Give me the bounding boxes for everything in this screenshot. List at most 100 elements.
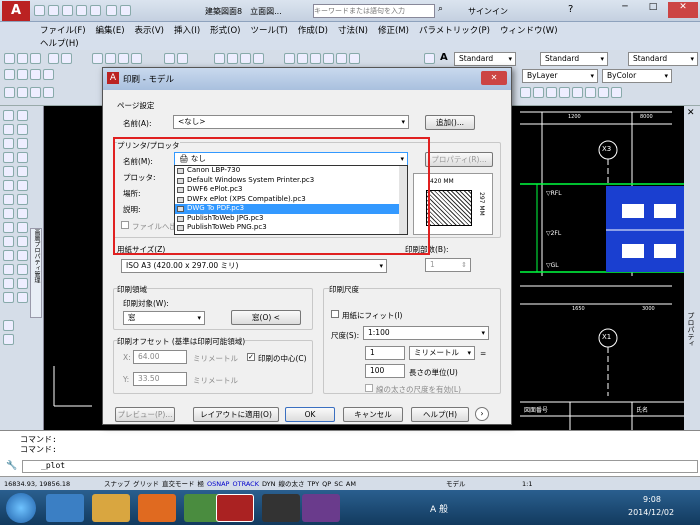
ortho-icon[interactable] [17, 87, 28, 98]
offset-x-input[interactable]: 64.00 [133, 350, 187, 364]
menu-file[interactable]: ファイル(F) [40, 26, 86, 36]
add-page-setup-button[interactable]: 追加()... [425, 115, 475, 130]
open-icon[interactable] [48, 5, 59, 16]
menu-draw[interactable]: 作成(D) [298, 26, 328, 36]
osnap-tan-icon[interactable] [559, 87, 570, 98]
scale-numerator-input[interactable]: 1 [365, 346, 405, 360]
hpb-icon[interactable] [262, 494, 300, 522]
text-style-icon[interactable]: A [440, 52, 448, 63]
hatch-tool-icon[interactable] [3, 180, 14, 191]
saveas-icon[interactable] [76, 5, 87, 16]
signin-link[interactable]: サインイン [468, 6, 508, 17]
properties-palette[interactable]: ✕ プロパティ [684, 106, 700, 430]
tool-open-icon[interactable] [17, 53, 28, 64]
tool-redo-icon[interactable] [177, 53, 188, 64]
arc-tool-icon[interactable] [17, 138, 28, 149]
layer-manager-palette[interactable]: 画層プロパティ管理 [30, 228, 42, 318]
center-checkbox[interactable]: ✓ [247, 353, 255, 361]
osnap-insert-icon[interactable] [598, 87, 609, 98]
trim-tool-icon[interactable] [3, 236, 14, 247]
menu-dimension[interactable]: 寸法(N) [338, 26, 368, 36]
lock-icon[interactable] [43, 69, 54, 80]
preview-button[interactable]: プレビュー(P)... [115, 407, 175, 422]
osnap-none-icon[interactable] [611, 87, 622, 98]
tool-zoomprev-icon[interactable] [253, 53, 264, 64]
window-button[interactable]: 窓(O) < [231, 310, 301, 325]
print-icon[interactable] [90, 5, 101, 16]
osnap-center-icon[interactable] [520, 87, 531, 98]
ellipse-tool-icon[interactable] [3, 166, 14, 177]
offset-tool-icon[interactable] [17, 250, 28, 261]
ok-button[interactable]: OK [285, 407, 335, 422]
polygon-tool-icon[interactable] [17, 124, 28, 135]
autocad-icon[interactable] [216, 494, 254, 522]
sun-icon[interactable] [30, 69, 41, 80]
copies-spinner[interactable]: 1 ⇕ [425, 258, 471, 272]
tool-designcenter-icon[interactable] [297, 53, 308, 64]
layer-manager-icon[interactable] [4, 69, 15, 80]
grid-toggle[interactable]: グリッド [133, 480, 159, 488]
tool-zoomwin-icon[interactable] [240, 53, 251, 64]
table-style-combo[interactable]: Standard ▾ [628, 52, 698, 66]
copy-tool-icon[interactable] [17, 292, 28, 303]
rotate-tool-icon[interactable] [17, 208, 28, 219]
osnap-perp-icon[interactable] [572, 87, 583, 98]
bulb-icon[interactable] [17, 69, 28, 80]
help-icon[interactable]: ? [568, 4, 573, 15]
stretch-tool-icon[interactable] [17, 222, 28, 233]
plot-dialog-close[interactable]: ✕ [481, 71, 507, 85]
line-tool-icon[interactable] [3, 110, 14, 121]
array-tool-icon[interactable] [3, 264, 14, 275]
osnap-toggle[interactable]: OSNAP [207, 480, 229, 488]
tool-palettes-icon[interactable] [310, 53, 321, 64]
model-button[interactable]: モデル [446, 477, 466, 491]
spline-tool-icon[interactable] [17, 152, 28, 163]
explorer-icon[interactable] [92, 494, 130, 522]
explode-tool-icon[interactable] [17, 278, 28, 289]
clock-time[interactable]: 9:08 [643, 495, 661, 504]
lineweight-toggle[interactable]: 線の太さ [278, 480, 304, 488]
dim-icon[interactable] [30, 87, 41, 98]
tool-copy-icon[interactable] [105, 53, 116, 64]
search-input[interactable] [313, 4, 435, 18]
scale-unit-combo[interactable]: ミリメートル ▾ [409, 346, 475, 360]
region-tool-icon[interactable] [3, 194, 14, 205]
ie-icon[interactable] [46, 494, 84, 522]
polyline-tool-icon[interactable] [3, 124, 14, 135]
tool-new-icon[interactable] [4, 53, 15, 64]
extend-tool-icon[interactable] [17, 236, 28, 247]
scale-denominator-input[interactable]: 100 [365, 364, 405, 378]
chamfer-tool-icon[interactable] [3, 278, 14, 289]
tool-properties-icon[interactable] [284, 53, 295, 64]
tool-calc-icon[interactable] [349, 53, 360, 64]
start-button[interactable] [6, 493, 36, 523]
am-toggle[interactable]: AM [346, 480, 356, 488]
new-icon[interactable] [34, 5, 45, 16]
ime-indicator[interactable]: A 般 [430, 502, 448, 515]
annotation-scale[interactable]: 1:1 [522, 477, 532, 491]
mtext-tool-icon[interactable] [3, 334, 14, 345]
redo-icon[interactable] [120, 5, 131, 16]
menu-window[interactable]: ウィンドウ(W) [500, 26, 558, 36]
tool-print-icon[interactable] [48, 53, 59, 64]
fit-paper-checkbox[interactable] [331, 310, 339, 318]
circle-tool-icon[interactable] [3, 152, 14, 163]
osnap-parallel-icon[interactable] [585, 87, 596, 98]
color-combo[interactable]: ByColor ▾ [602, 69, 672, 83]
tool-zoom-icon[interactable] [227, 53, 238, 64]
cancel-button[interactable]: キャンセル [343, 407, 403, 422]
menu-format[interactable]: 形式(O) [210, 26, 240, 36]
menu-parametric[interactable]: パラメトリック(P) [419, 26, 490, 36]
ortho-toggle[interactable]: 直交モード [162, 480, 195, 488]
tool-paste-icon[interactable] [118, 53, 129, 64]
sc-toggle[interactable]: SC [334, 480, 343, 488]
mirror-tool-icon[interactable] [3, 250, 14, 261]
paper-size-combo[interactable]: ISO A3 (420.00 x 297.00 ミリ) ▾ [121, 259, 387, 273]
qp-toggle[interactable]: QP [322, 480, 331, 488]
tool-markup-icon[interactable] [336, 53, 347, 64]
page-setup-combo[interactable]: <なし> ▾ [173, 115, 409, 129]
menu-edit[interactable]: 編集(E) [96, 26, 125, 36]
gradient-tool-icon[interactable] [17, 180, 28, 191]
printer-properties-button[interactable]: プロパティ(R)... [425, 152, 493, 167]
menu-modify[interactable]: 修正(M) [378, 26, 409, 36]
